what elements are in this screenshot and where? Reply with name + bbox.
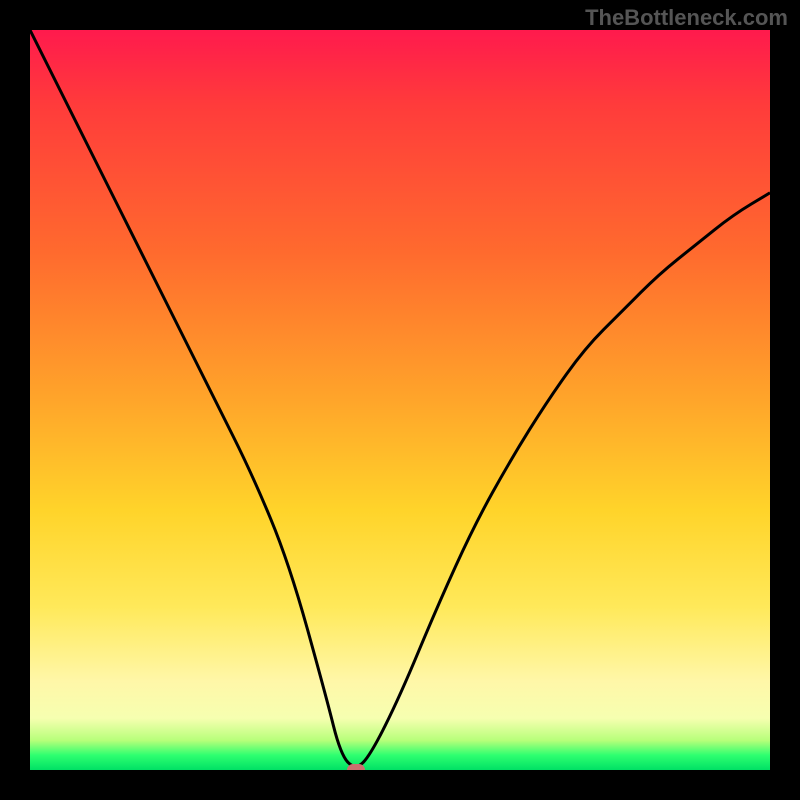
bottleneck-curve [30, 30, 770, 770]
plot-area [30, 30, 770, 770]
chart-frame: TheBottleneck.com [0, 0, 800, 800]
optimal-point-marker [347, 764, 365, 770]
watermark-text: TheBottleneck.com [585, 5, 788, 31]
